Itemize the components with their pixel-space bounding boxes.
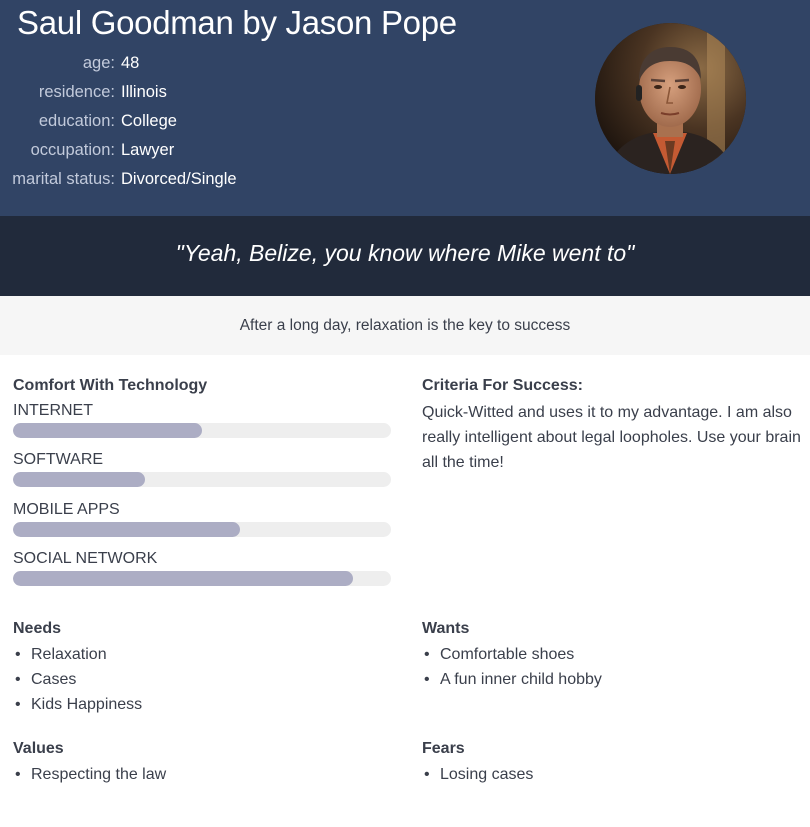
needs-section-title: Needs bbox=[13, 620, 62, 637]
skill-bar-social-network bbox=[13, 571, 391, 586]
persona-motto: After a long day, relaxation is the key … bbox=[239, 317, 571, 334]
skill-label-software: SOFTWARE bbox=[13, 451, 104, 468]
attribute-value: 48 bbox=[121, 54, 140, 72]
criteria-section-title: Criteria For Success: bbox=[422, 377, 583, 394]
persona-title: Saul Goodman by Jason Pope bbox=[17, 4, 457, 41]
list-item: Cases bbox=[13, 667, 142, 692]
skill-bar-internet bbox=[13, 423, 391, 438]
person-portrait-icon bbox=[595, 23, 746, 174]
list-item: Relaxation bbox=[13, 642, 142, 667]
list-item: Comfortable shoes bbox=[422, 642, 602, 667]
skill-label-mobile-apps: MOBILE APPS bbox=[13, 501, 120, 518]
skill-bar-fill bbox=[13, 571, 354, 586]
persona-quote: "Yeah, Belize, you know where Mike went … bbox=[175, 240, 635, 266]
skill-label-internet: INTERNET bbox=[13, 402, 93, 419]
attribute-value: College bbox=[121, 112, 177, 130]
skill-bar-fill bbox=[13, 423, 202, 438]
skill-bar-fill bbox=[13, 522, 240, 537]
attribute-value: Lawyer bbox=[121, 141, 175, 159]
persona-header: Saul Goodman by Jason Pope age: 48 resid… bbox=[0, 0, 810, 216]
avatar bbox=[595, 23, 746, 174]
attribute-label: education: bbox=[38, 112, 115, 130]
skill-label-social-network: SOCIAL NETWORK bbox=[13, 550, 158, 567]
values-section-title: Values bbox=[13, 740, 64, 757]
wants-list: Comfortable shoes A fun inner child hobb… bbox=[422, 642, 602, 692]
attribute-value: Illinois bbox=[121, 83, 167, 101]
attribute-label: residence: bbox=[38, 83, 115, 101]
wants-section-title: Wants bbox=[422, 620, 470, 637]
attribute-label: marital status: bbox=[12, 170, 115, 188]
skill-bar-mobile-apps bbox=[13, 522, 391, 537]
criteria-text: Quick-Witted and uses it to my advantage… bbox=[422, 404, 801, 471]
skill-bar-software bbox=[13, 472, 391, 487]
list-item: Losing cases bbox=[422, 762, 533, 787]
list-item: Respecting the law bbox=[13, 762, 166, 787]
attribute-label: occupation: bbox=[30, 141, 115, 159]
motto-band: After a long day, relaxation is the key … bbox=[0, 296, 810, 355]
fears-section-title: Fears bbox=[422, 740, 465, 757]
skill-bar-fill bbox=[13, 472, 146, 487]
values-list: Respecting the law bbox=[13, 762, 166, 787]
attribute-label: age: bbox=[82, 54, 115, 72]
needs-list: Relaxation Cases Kids Happiness bbox=[13, 642, 142, 717]
technology-section-title: Comfort With Technology bbox=[13, 377, 208, 394]
fears-list: Losing cases bbox=[422, 762, 533, 787]
list-item: Kids Happiness bbox=[13, 692, 142, 717]
quote-band: "Yeah, Belize, you know where Mike went … bbox=[0, 216, 810, 296]
list-item: A fun inner child hobby bbox=[422, 667, 602, 692]
attribute-value: Divorced/Single bbox=[121, 170, 237, 188]
